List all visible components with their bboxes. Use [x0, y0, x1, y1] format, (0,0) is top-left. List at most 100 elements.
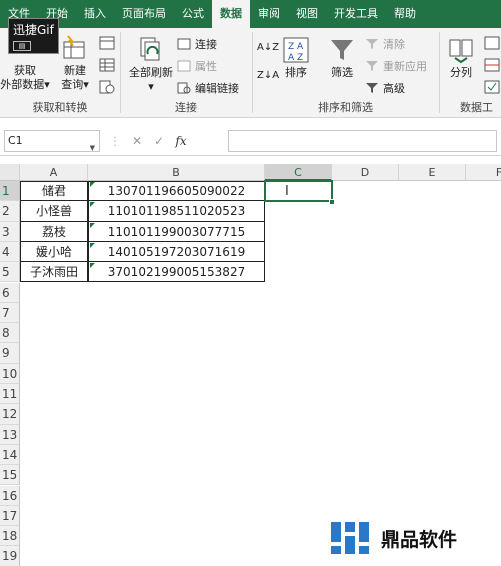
name-box-value: C1	[8, 134, 23, 147]
sort-asc-label: A↓Z	[257, 42, 280, 53]
tab-view[interactable]: 视图	[288, 0, 326, 28]
cell-a4[interactable]: 媛小哈	[20, 241, 88, 263]
properties-button[interactable]: 属性	[177, 58, 217, 74]
cell-a1[interactable]: 储君	[20, 181, 88, 202]
row-header[interactable]: 8	[0, 323, 20, 344]
group-data-tools: 分列 数据工	[440, 28, 501, 118]
show-queries-icon[interactable]	[99, 36, 115, 50]
edit-links-button[interactable]: 编辑链接	[177, 80, 239, 96]
table-top-border	[20, 181, 265, 182]
active-cell-c1[interactable]	[264, 180, 333, 202]
cell-b3[interactable]: 110101199003077715	[88, 221, 265, 242]
get-external-data-button[interactable]: 获取 外部数据▾	[0, 64, 50, 92]
column-header-c[interactable]: C	[265, 164, 332, 181]
tab-developer[interactable]: 开发工具	[326, 0, 386, 28]
excel-window: 文件 开始 插入 页面布局 公式 数据 审阅 视图 开发工具 帮助 迅捷Gif …	[0, 0, 501, 566]
sort-label: 排序	[285, 66, 307, 79]
insert-function-icon[interactable]: fx	[170, 134, 192, 148]
column-header-b[interactable]: B	[88, 164, 265, 181]
row-header[interactable]: 10	[0, 363, 20, 384]
row-header[interactable]: 5	[0, 262, 20, 283]
formula-input[interactable]	[228, 130, 497, 152]
column-header-d[interactable]: D	[332, 164, 399, 181]
text-to-columns-button[interactable]: 分列	[444, 36, 478, 80]
row-header[interactable]: 1	[0, 181, 20, 202]
row-header[interactable]: 2	[0, 201, 20, 222]
clear-button[interactable]: 清除	[365, 36, 405, 52]
row-header[interactable]: 16	[0, 485, 20, 506]
row-header[interactable]: 18	[0, 526, 20, 547]
flash-fill-icon[interactable]	[484, 36, 500, 50]
cell-b5-value: 370102199005153827	[107, 265, 246, 280]
select-all-corner[interactable]	[0, 164, 20, 181]
filter-label: 筛选	[331, 66, 353, 79]
watermark-brand-text: 鼎品软件	[381, 528, 458, 551]
row-header[interactable]: 15	[0, 465, 20, 486]
tab-data[interactable]: 数据	[212, 0, 250, 28]
fill-handle[interactable]	[329, 199, 335, 205]
clear-label: 清除	[383, 38, 405, 51]
watermark-logo-text: 迅捷Gif	[13, 23, 54, 37]
reapply-label: 重新应用	[383, 60, 427, 73]
advanced-button[interactable]: 高级	[365, 80, 405, 96]
tab-review[interactable]: 审阅	[250, 0, 288, 28]
cell-b1[interactable]: 130701196605090022	[88, 181, 265, 202]
connections-button[interactable]: 连接	[177, 36, 217, 52]
column-header-a[interactable]: A	[20, 164, 88, 181]
cell-a5[interactable]: 子沐雨田	[20, 262, 88, 283]
cell-b1-value: 130701196605090022	[107, 184, 246, 198]
refresh-icon	[140, 37, 160, 61]
filter-button[interactable]: 筛选	[325, 36, 359, 80]
row-header[interactable]: 17	[0, 505, 20, 527]
cell-b3-value: 110101199003077715	[107, 224, 246, 239]
sort-button[interactable]: Z AA Z 排序	[279, 36, 313, 80]
column-header-e[interactable]: E	[399, 164, 466, 181]
row-header[interactable]: 3	[0, 221, 20, 242]
remove-duplicates-icon[interactable]	[484, 58, 500, 72]
group-label-data-tools: 数据工	[460, 101, 493, 114]
recent-sources-icon[interactable]	[99, 80, 115, 94]
new-query-label-1: 新建	[64, 64, 86, 77]
refresh-all-label: 全部刷新	[129, 66, 173, 79]
row-header[interactable]: 9	[0, 343, 20, 364]
new-query-button[interactable]: 新建 查询▾	[56, 34, 94, 92]
row-header[interactable]: 12	[0, 404, 20, 425]
data-validation-icon[interactable]	[484, 80, 500, 94]
properties-label: 属性	[195, 60, 217, 73]
group-sort-filter: A↓Z Z↓A Z AA Z 排序 筛选 清除 重新应用 高级 排序和筛选	[253, 28, 438, 118]
cancel-icon[interactable]: ✕	[126, 134, 148, 148]
cell-a2[interactable]: 小怪兽	[20, 201, 88, 222]
reapply-button[interactable]: 重新应用	[365, 58, 427, 74]
refresh-all-button[interactable]: 全部刷新 ▾	[125, 36, 177, 94]
row-header[interactable]: 6	[0, 282, 20, 303]
cell-b2[interactable]: 110101198511020523	[88, 201, 265, 222]
name-box[interactable]: C1 ▼	[4, 130, 100, 152]
cell-b4[interactable]: 140105197203071619	[88, 241, 265, 263]
brand-logo-icon	[331, 522, 369, 554]
sort-desc-button[interactable]: Z↓A	[257, 70, 279, 81]
tab-help[interactable]: 帮助	[386, 0, 424, 28]
new-query-icon	[63, 35, 85, 59]
advanced-filter-icon	[366, 83, 378, 93]
clear-filter-icon	[366, 39, 378, 49]
row-header[interactable]: 14	[0, 444, 20, 466]
row-header[interactable]: 4	[0, 241, 20, 263]
enter-icon[interactable]: ✓	[148, 134, 170, 148]
column-header-f[interactable]: F	[466, 164, 501, 181]
more-options-icon[interactable]: ⋮	[104, 134, 126, 148]
sort-asc-button[interactable]: A↓Z	[257, 42, 279, 53]
sort-icon: Z AA Z	[283, 37, 309, 63]
row-header[interactable]: 11	[0, 384, 20, 405]
cell-b5[interactable]: 370102199005153827	[88, 262, 265, 283]
error-indicator-icon	[90, 242, 95, 248]
chevron-down-icon[interactable]: ▼	[90, 138, 95, 158]
tab-formulas[interactable]: 公式	[174, 0, 212, 28]
tab-insert[interactable]: 插入	[76, 0, 114, 28]
cell-a3[interactable]: 荔枝	[20, 221, 88, 242]
group-label-get-transform: 获取和转换	[32, 101, 88, 114]
row-header[interactable]: 19	[0, 546, 20, 566]
row-header[interactable]: 7	[0, 302, 20, 324]
from-table-icon[interactable]	[99, 58, 115, 72]
row-header[interactable]: 13	[0, 424, 20, 445]
tab-page-layout[interactable]: 页面布局	[114, 0, 174, 28]
